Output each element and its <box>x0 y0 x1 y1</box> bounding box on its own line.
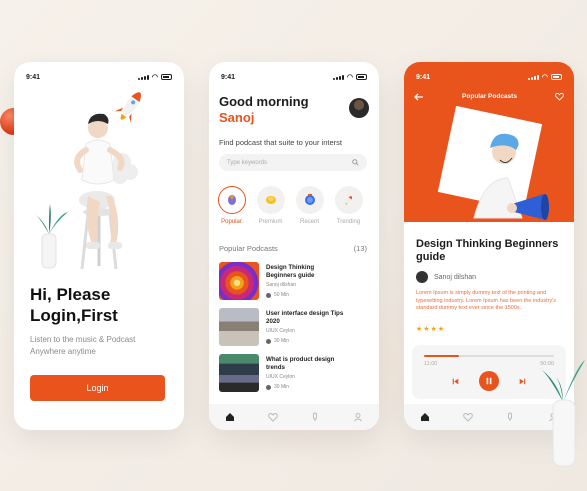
category-label: Premium <box>258 219 283 225</box>
podcast-author: Sanoj dilshan <box>266 282 297 288</box>
login-title-line1: Hi, Please <box>30 285 111 304</box>
login-title-line2: Login,First <box>30 306 118 325</box>
avatar <box>416 271 428 283</box>
progress-slider[interactable] <box>424 355 554 357</box>
podcast-thumbnail <box>219 354 259 392</box>
category-label: Trending <box>336 219 361 225</box>
status-bar: 9:41 ◠ <box>14 62 184 82</box>
clock-icon <box>266 292 271 298</box>
time-current: 11:00 <box>424 361 438 367</box>
home-icon[interactable] <box>223 410 237 424</box>
podcast-title: User interface design Tips 2020 <box>266 310 344 325</box>
tab-bar <box>209 404 379 430</box>
character-illustration <box>34 92 142 270</box>
podcast-title: What is product design trends <box>266 356 335 371</box>
category-label: Recent <box>299 219 319 225</box>
podcast-title: Design Thinking Beginners guide <box>266 264 315 279</box>
pause-button[interactable] <box>479 371 499 391</box>
next-icon[interactable] <box>519 378 526 385</box>
status-icons: ◠ <box>137 73 172 81</box>
category-label: Popular <box>221 219 242 225</box>
podcast-list: Design Thinking Beginners guide Sanoj di… <box>219 262 369 400</box>
trophy-icon <box>217 186 246 214</box>
clock-icon <box>266 384 271 390</box>
status-bar: 9:41 ◠ <box>209 62 379 82</box>
login-button[interactable]: Login <box>30 375 165 401</box>
battery-icon <box>161 74 172 80</box>
login-title: Hi, Please Login,First <box>30 284 118 326</box>
podcast-duration: 30 Min <box>274 338 290 344</box>
category-trending[interactable]: Trending <box>334 186 363 225</box>
user-name: Sanoj <box>219 110 255 125</box>
status-icons: ◠ <box>332 73 367 81</box>
section-title: Popular Podcasts <box>219 244 278 253</box>
category-list: Popular Premium Recent Trending <box>217 186 363 225</box>
category-recent[interactable]: Recent <box>295 186 324 225</box>
mic-icon[interactable] <box>503 410 517 424</box>
login-subtitle: Listen to the music & Podcast Anywhere a… <box>30 335 136 356</box>
list-item[interactable]: Design Thinking Beginners guide Sanoj di… <box>219 262 369 308</box>
podcast-author: UIUX Ceylon <box>266 328 295 334</box>
find-prompt: Find podcast that suite to your interst <box>219 138 342 147</box>
player-header: Popular Podcasts <box>404 92 574 101</box>
time-row: 11:00 50:00 <box>424 361 554 367</box>
rating-stars: ★★★★ <box>416 326 446 333</box>
speaker-illustration <box>473 133 549 220</box>
search-placeholder: Type keywords <box>227 159 268 166</box>
author-row: Sanoj dilshan <box>416 271 476 283</box>
rocket-icon <box>334 186 363 214</box>
category-popular[interactable]: Popular <box>217 186 246 225</box>
battery-icon <box>551 74 562 80</box>
progress-fill <box>424 355 460 357</box>
search-input[interactable]: Type keywords <box>219 154 367 171</box>
podcast-duration: 30 Min <box>274 384 290 390</box>
podcast-thumbnail <box>219 262 259 300</box>
list-item[interactable]: User interface design Tips 2020 UIUX Cey… <box>219 308 369 354</box>
home-screen: 9:41 ◠ Good morning Sanoj Find podcast t… <box>209 62 379 430</box>
podcast-thumbnail <box>219 308 259 346</box>
podcast-duration: 50 Min <box>274 292 290 298</box>
podcast-description: Lorem Ipsum is simply dummy text of the … <box>416 290 557 311</box>
wifi-icon: ◠ <box>541 74 548 81</box>
home-icon[interactable] <box>418 410 432 424</box>
avatar[interactable] <box>349 98 369 118</box>
status-time: 9:41 <box>416 73 431 81</box>
wifi-icon: ◠ <box>346 74 353 81</box>
podcast-title: Design Thinking Beginners guide <box>416 238 559 263</box>
search-icon[interactable] <box>352 159 359 166</box>
list-item[interactable]: What is product design trends UIUX Ceylo… <box>219 354 369 400</box>
section-header: Popular Podcasts (13) <box>219 244 367 253</box>
greeting: Good morning <box>219 94 309 109</box>
previous-icon[interactable] <box>452 378 459 385</box>
heart-icon[interactable] <box>461 410 475 424</box>
signal-icon <box>137 74 149 80</box>
back-arrow-icon[interactable] <box>414 93 424 101</box>
status-time: 9:41 <box>221 73 236 81</box>
login-screen: 9:41 ◠ Hi, Please Login,First Listen to … <box>14 62 184 430</box>
status-icons: ◠ <box>527 73 562 81</box>
section-count: (13) <box>353 244 367 253</box>
status-bar: 9:41 ◠ <box>404 62 574 82</box>
author-name: Sanoj dilshan <box>434 273 477 281</box>
plant-decoration <box>539 360 585 467</box>
player-header-title: Popular Podcasts <box>462 93 517 100</box>
heart-icon[interactable] <box>266 410 280 424</box>
status-time: 9:41 <box>26 73 41 81</box>
coins-icon <box>256 186 285 214</box>
mic-icon[interactable] <box>308 410 322 424</box>
category-premium[interactable]: Premium <box>256 186 285 225</box>
user-icon[interactable] <box>351 410 365 424</box>
heart-icon[interactable] <box>555 92 564 101</box>
battery-icon <box>356 74 367 80</box>
signal-icon <box>332 74 344 80</box>
signal-icon <box>527 74 539 80</box>
clock-icon <box>295 186 324 214</box>
wifi-icon: ◠ <box>151 74 158 81</box>
pause-icon <box>486 377 492 385</box>
clock-icon <box>266 338 271 344</box>
podcast-author: UIUX Ceylon <box>266 374 295 380</box>
